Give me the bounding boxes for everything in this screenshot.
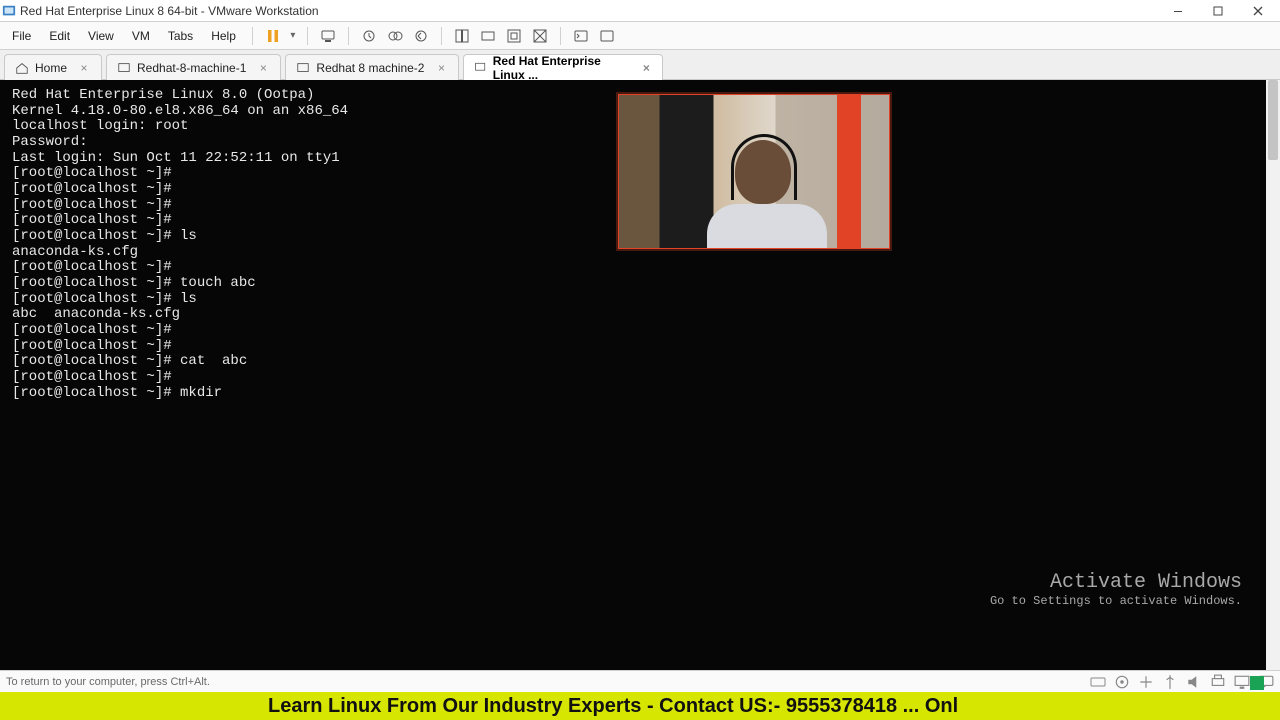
webcam-overlay — [618, 94, 890, 249]
show-console-button[interactable] — [450, 24, 474, 48]
menu-vm[interactable]: VM — [124, 27, 158, 45]
tab-machine-1[interactable]: Redhat-8-machine-1 × — [106, 54, 281, 80]
tab-label: Redhat-8-machine-1 — [137, 61, 246, 75]
watermark-subtitle: Go to Settings to activate Windows. — [990, 595, 1242, 608]
stretch-guest-button[interactable] — [476, 24, 500, 48]
windows-activation-watermark: Activate Windows Go to Settings to activ… — [990, 572, 1242, 608]
maximize-button[interactable] — [1198, 0, 1238, 22]
statusbar: To return to your computer, press Ctrl+A… — [0, 670, 1280, 692]
usb-icon[interactable] — [1162, 675, 1178, 689]
menu-edit[interactable]: Edit — [41, 27, 78, 45]
console-line: [root@localhost ~]# mkdir — [12, 386, 1268, 402]
toolbar-separator — [441, 27, 442, 45]
menubar: File Edit View VM Tabs Help ▾ — [0, 22, 1280, 50]
tab-machine-2[interactable]: Redhat 8 machine-2 × — [285, 54, 459, 80]
console-line: [root@localhost ~]# — [12, 370, 1268, 386]
vm-console[interactable]: Red Hat Enterprise Linux 8.0 (Ootpa)Kern… — [0, 80, 1280, 670]
titlebar: Red Hat Enterprise Linux 8 64-bit - VMwa… — [0, 0, 1280, 22]
console-line: [root@localhost ~]# — [12, 339, 1268, 355]
menu-tabs[interactable]: Tabs — [160, 27, 201, 45]
menu-file[interactable]: File — [4, 27, 39, 45]
watermark-title: Activate Windows — [990, 572, 1242, 594]
console-line: abc anaconda-ks.cfg — [12, 307, 1268, 323]
snapshot-manager-button[interactable] — [383, 24, 407, 48]
tab-close-button[interactable]: × — [434, 61, 448, 75]
toolbar-separator — [560, 27, 561, 45]
power-dropdown[interactable]: ▾ — [287, 30, 299, 41]
vm-icon — [117, 61, 131, 75]
fullscreen-button[interactable] — [502, 24, 526, 48]
console-line: [root@localhost ~]# — [12, 260, 1268, 276]
menu-view[interactable]: View — [80, 27, 122, 45]
statusbar-hint: To return to your computer, press Ctrl+A… — [6, 676, 210, 688]
sound-icon[interactable] — [1186, 675, 1202, 689]
send-to-vm-button[interactable] — [316, 24, 340, 48]
marquee-text: Learn Linux From Our Industry Experts - … — [8, 695, 958, 718]
printer-icon[interactable] — [1210, 675, 1226, 689]
vertical-scrollbar[interactable] — [1266, 80, 1280, 670]
tab-label: Redhat 8 machine-2 — [316, 61, 424, 75]
close-button[interactable] — [1238, 0, 1278, 22]
minimize-button[interactable] — [1158, 0, 1198, 22]
toolbar-separator — [252, 27, 253, 45]
toolbar-separator — [307, 27, 308, 45]
webcam-background — [837, 95, 861, 248]
library-button[interactable] — [595, 24, 619, 48]
console-line: [root@localhost ~]# touch abc — [12, 276, 1268, 292]
tab-label: Home — [35, 61, 67, 75]
tab-label: Red Hat Enterprise Linux ... — [493, 54, 630, 82]
tab-close-button[interactable]: × — [256, 61, 270, 75]
pause-button[interactable] — [261, 24, 285, 48]
vm-icon — [474, 61, 486, 75]
tab-bar: Home × Redhat-8-machine-1 × Redhat 8 mac… — [0, 50, 1280, 80]
tab-rhel[interactable]: Red Hat Enterprise Linux ... × — [463, 54, 663, 80]
tab-close-button[interactable]: × — [640, 61, 652, 75]
revert-snapshot-button[interactable] — [409, 24, 433, 48]
scrollbar-thumb[interactable] — [1268, 80, 1278, 160]
cd-icon[interactable] — [1114, 675, 1130, 689]
marquee-banner: Learn Linux From Our Industry Experts - … — [0, 692, 1280, 720]
vm-icon — [296, 61, 310, 75]
hdd-icon[interactable] — [1090, 675, 1106, 689]
accent-square — [1250, 676, 1264, 690]
snapshot-button[interactable] — [357, 24, 381, 48]
tab-close-button[interactable]: × — [77, 61, 91, 75]
console-line: [root@localhost ~]# ls — [12, 292, 1268, 308]
network-icon[interactable] — [1138, 675, 1154, 689]
toolbar-separator — [348, 27, 349, 45]
window-title: Red Hat Enterprise Linux 8 64-bit - VMwa… — [20, 4, 1158, 18]
app-icon — [2, 4, 16, 18]
console-line: [root@localhost ~]# — [12, 323, 1268, 339]
webcam-person — [699, 128, 829, 248]
unity-button[interactable] — [528, 24, 552, 48]
console-line: [root@localhost ~]# cat abc — [12, 354, 1268, 370]
tab-home[interactable]: Home × — [4, 54, 102, 80]
home-icon — [15, 61, 29, 75]
console-view-button[interactable] — [569, 24, 593, 48]
menu-help[interactable]: Help — [203, 27, 244, 45]
display-icon[interactable] — [1234, 675, 1250, 689]
